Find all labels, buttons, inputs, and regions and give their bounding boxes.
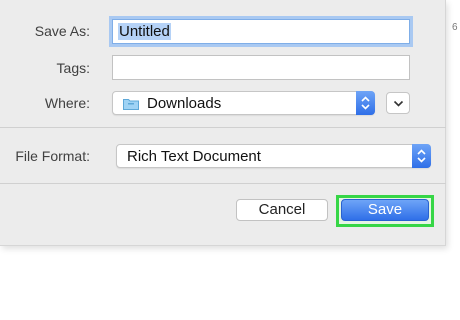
save-dialog: Save As: Untitled Tags: Where: Downloads… — [0, 0, 446, 246]
tags-field[interactable] — [112, 55, 410, 80]
file-format-popup[interactable]: Rich Text Document — [116, 144, 431, 168]
cancel-button[interactable]: Cancel — [236, 199, 328, 221]
expand-button[interactable] — [386, 92, 410, 114]
edge-mark: 6 — [452, 22, 458, 33]
file-format-stepper[interactable] — [412, 144, 431, 168]
save-as-value: Untitled — [118, 23, 171, 40]
folder-icon — [123, 99, 139, 110]
where-value: Downloads — [147, 95, 222, 112]
tags-label: Tags: — [56, 60, 90, 76]
save-as-label: Save As: — [34, 23, 90, 39]
save-button[interactable]: Save — [341, 199, 429, 221]
where-stepper[interactable] — [356, 91, 375, 115]
divider-top — [0, 127, 446, 128]
file-format-value: Rich Text Document — [127, 148, 261, 165]
up-down-chevron-icon — [361, 96, 370, 110]
chevron-down-icon — [393, 100, 404, 107]
file-format-label: File Format: — [15, 148, 90, 164]
save-as-field[interactable]: Untitled — [112, 19, 410, 44]
divider-bottom — [0, 183, 446, 184]
where-popup[interactable]: Downloads — [112, 91, 375, 115]
where-label: Where: — [44, 95, 90, 111]
up-down-chevron-icon — [417, 149, 426, 163]
